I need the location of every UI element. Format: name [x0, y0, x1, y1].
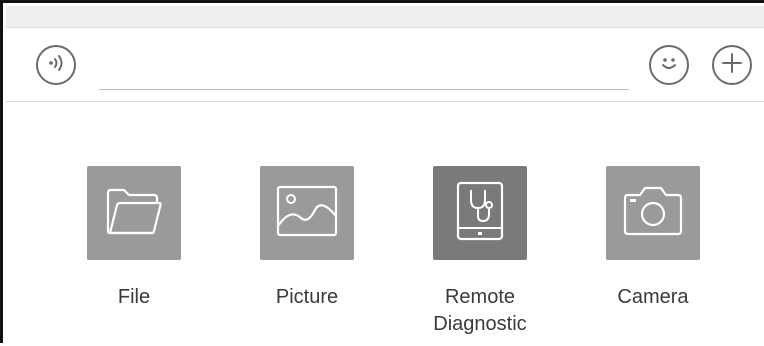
plus-icon	[720, 51, 744, 80]
picture-label: Picture	[275, 286, 339, 308]
more-options-button[interactable]	[712, 45, 752, 85]
voice-button[interactable]	[36, 45, 76, 85]
remote-diagnostic-label: Remote Diagnostic	[433, 286, 527, 335]
camera-tile[interactable]	[606, 166, 700, 260]
remote-diagnostic-tile[interactable]	[433, 166, 527, 260]
camera-label: Camera	[617, 286, 689, 308]
file-tile[interactable]	[87, 166, 181, 260]
chat-window: File Picture Remote Diagnostic Camera	[0, 0, 764, 346]
attachment-panel: File Picture Remote Diagnostic Camera	[6, 102, 764, 346]
attach-camera-option[interactable]: Camera	[606, 166, 700, 311]
file-label: File	[117, 286, 151, 308]
emoji-button[interactable]	[649, 45, 689, 85]
voice-wave-icon	[44, 51, 68, 80]
message-input[interactable]	[99, 48, 629, 90]
folder-icon	[104, 185, 164, 242]
tablet-stethoscope-icon	[453, 180, 507, 247]
attach-remote-diagnostic-option[interactable]: Remote Diagnostic	[433, 166, 527, 338]
picture-tile[interactable]	[260, 166, 354, 260]
message-input-bar	[6, 28, 764, 102]
image-icon	[275, 184, 339, 243]
attach-picture-option[interactable]: Picture	[260, 166, 354, 311]
camera-icon	[621, 184, 685, 243]
smiley-face-icon	[656, 50, 682, 81]
attach-file-option[interactable]: File	[87, 166, 181, 311]
top-strip	[6, 6, 764, 28]
